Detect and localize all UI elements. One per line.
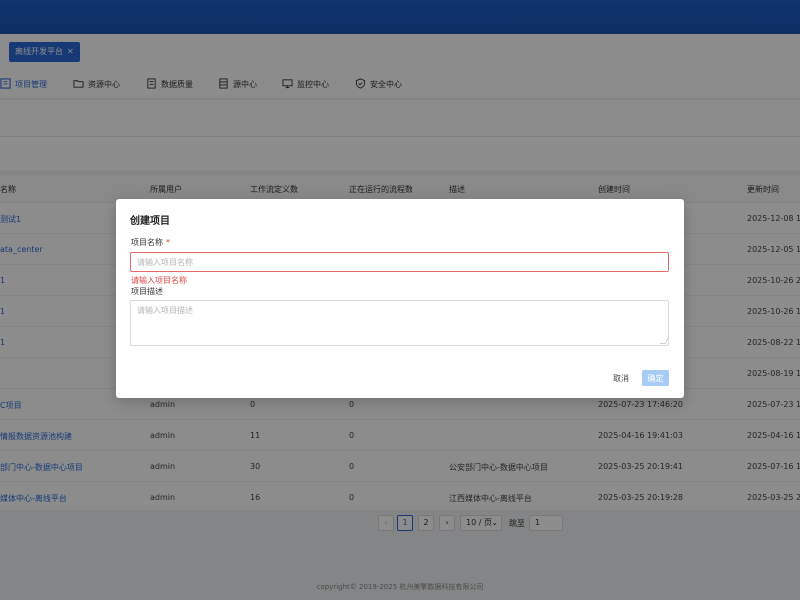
project-name-input[interactable]: [130, 252, 669, 272]
project-desc-input[interactable]: [130, 300, 669, 346]
project-name-error: 请输入项目名称: [131, 276, 187, 285]
project-desc-label: 项目描述: [131, 287, 163, 296]
confirm-button[interactable]: 确定: [642, 370, 669, 386]
label-text: 项目名称: [131, 238, 163, 247]
cancel-button[interactable]: 取消: [606, 370, 636, 386]
project-name-label: 项目名称 *: [131, 237, 170, 248]
dialog-title: 创建项目: [130, 216, 170, 227]
create-project-dialog: 创建项目 项目名称* 请输入项目名称 项目描述 取消 确定: [116, 199, 684, 398]
required-mark: *: [166, 238, 170, 247]
